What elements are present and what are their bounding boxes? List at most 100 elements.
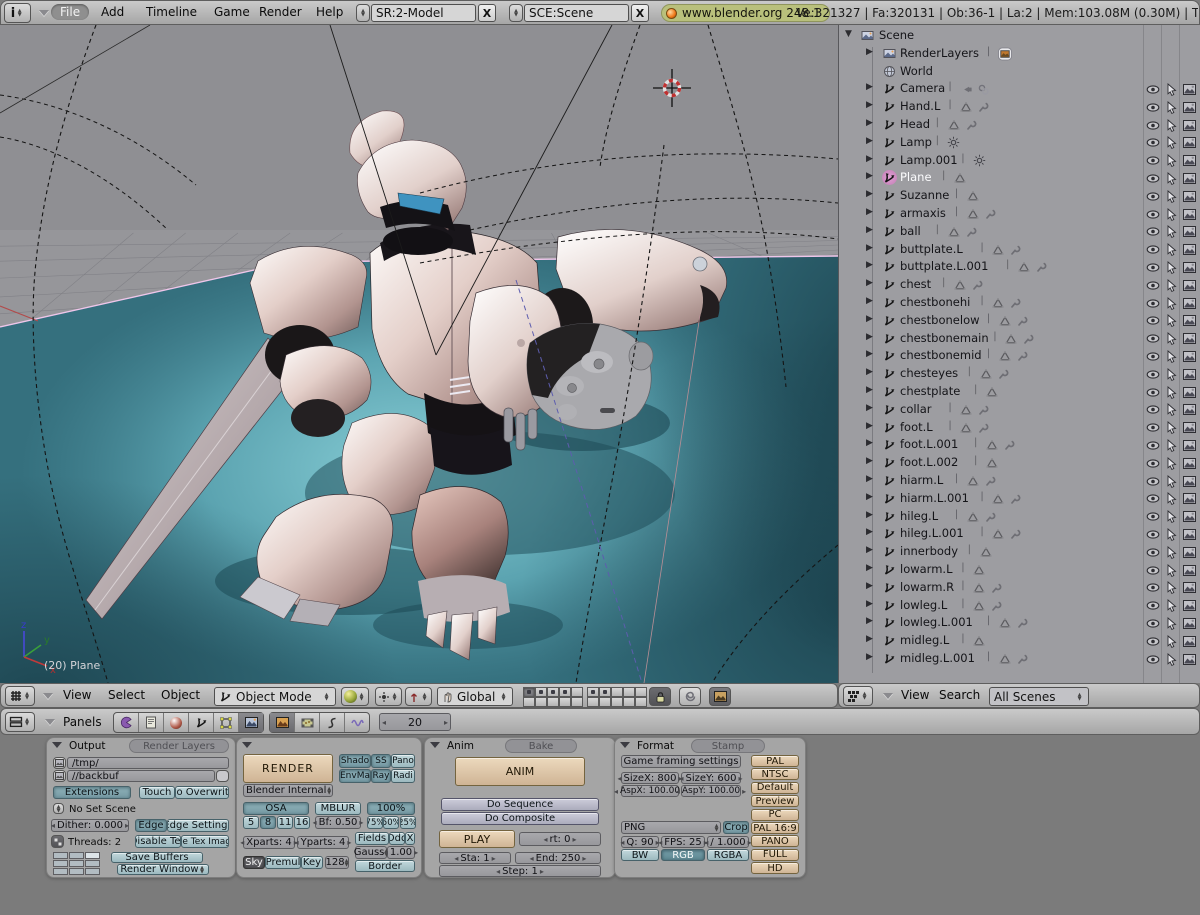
expander-icon[interactable]: ▶ — [866, 438, 873, 448]
layer-button-18[interactable] — [611, 697, 623, 707]
visibility-eye-icon[interactable] — [1145, 616, 1161, 630]
expander-icon[interactable]: ▶ — [866, 136, 873, 146]
anim-subcontext-button[interactable] — [319, 713, 344, 732]
visibility-eye-icon[interactable] — [1145, 403, 1161, 417]
outliner-row[interactable]: ▶Camera| — [839, 80, 1200, 97]
modifier-icon[interactable] — [1021, 332, 1035, 346]
visibility-eye-icon[interactable] — [1145, 189, 1161, 203]
selectable-cursor-icon[interactable] — [1163, 207, 1179, 221]
outliner-editor-button[interactable]: ▲▼ — [843, 686, 873, 706]
preset-pal-button[interactable]: PAL — [751, 755, 799, 767]
expander-icon[interactable]: ▶ — [866, 332, 873, 342]
visibility-eye-icon[interactable] — [1145, 314, 1161, 328]
viewport-3d[interactable]: z y x (20) Plane — [0, 25, 838, 683]
panels-menu[interactable]: Panels — [63, 715, 102, 729]
selectable-cursor-icon[interactable] — [1163, 545, 1179, 559]
outliner-row[interactable]: ▶lowarm.R| — [839, 579, 1200, 596]
layer-button-11[interactable] — [587, 687, 599, 697]
format-tab[interactable]: Format — [637, 740, 674, 752]
mesh-icon[interactable] — [985, 456, 999, 470]
outliner-row[interactable]: ▶chestplate| — [839, 383, 1200, 400]
renderable-icon[interactable] — [1181, 474, 1197, 488]
modifier-icon[interactable] — [983, 510, 997, 524]
visibility-eye-icon[interactable] — [1145, 118, 1161, 132]
layer-button-10[interactable] — [571, 697, 583, 707]
renderable-icon[interactable] — [1181, 438, 1197, 452]
render-subcontext-button[interactable] — [270, 713, 294, 732]
selectable-cursor-icon[interactable] — [1163, 332, 1179, 346]
outliner-menu-search[interactable]: Search — [939, 688, 980, 702]
filetype-dropdown[interactable]: PNG▲▼ — [621, 821, 721, 834]
aspy-field[interactable]: ◂AspY: 100.00▸ — [681, 785, 741, 797]
selectable-cursor-icon[interactable] — [1163, 314, 1179, 328]
outliner-row[interactable]: ▶Lamp| — [839, 134, 1200, 151]
layer-button-5[interactable] — [571, 687, 583, 697]
layer-button-3[interactable] — [547, 687, 559, 697]
bit-depth-dropdown[interactable]: 128▲▼ — [325, 856, 349, 869]
renderable-icon[interactable] — [1181, 599, 1197, 613]
editor-type-button[interactable]: ▲▼ — [5, 686, 35, 706]
visibility-eye-icon[interactable] — [1145, 510, 1161, 524]
mesh-icon[interactable] — [991, 527, 1005, 541]
render-button[interactable]: RENDER — [243, 754, 333, 783]
viewport-menu-select[interactable]: Select — [108, 688, 145, 702]
expander-icon[interactable]: ▼ — [845, 29, 852, 39]
outliner-row[interactable]: ▶lowarm.L| — [839, 561, 1200, 578]
render-window-dropdown[interactable]: Render Window▲▼ — [117, 864, 209, 875]
end-frame-field[interactable]: ◂End: 250▸ — [515, 852, 601, 864]
renderable-icon[interactable] — [1181, 278, 1197, 292]
mesh-icon[interactable] — [979, 367, 993, 381]
renderable-icon[interactable] — [1181, 243, 1197, 257]
placement-cell[interactable] — [85, 868, 100, 875]
anim-button[interactable]: ANIM — [455, 757, 585, 786]
camera-data-icon[interactable] — [959, 82, 973, 96]
visibility-eye-icon[interactable] — [1145, 296, 1161, 310]
renderable-icon[interactable] — [1181, 616, 1197, 630]
mesh-icon[interactable] — [953, 171, 967, 185]
outliner-row[interactable]: ▶chesteyes| — [839, 365, 1200, 382]
visibility-eye-icon[interactable] — [1145, 474, 1161, 488]
menu-add[interactable]: Add — [101, 5, 124, 19]
modifier-icon[interactable] — [1015, 616, 1029, 630]
selectable-cursor-icon[interactable] — [1163, 421, 1179, 435]
sound-subcontext-button[interactable] — [344, 713, 369, 732]
backbuf-toggle-button[interactable] — [216, 770, 229, 782]
modifier-icon[interactable] — [1008, 243, 1022, 257]
outliner-row[interactable]: ▶Lamp.001| — [839, 152, 1200, 169]
radi-toggle-button[interactable]: Radi — [391, 769, 415, 783]
quality-field[interactable]: ◂Q: 90▸ — [621, 836, 659, 848]
expander-icon[interactable]: ▶ — [866, 599, 873, 609]
mesh-icon[interactable] — [985, 385, 999, 399]
layer-button-13[interactable] — [611, 687, 623, 697]
mesh-icon[interactable] — [979, 545, 993, 559]
selectable-cursor-icon[interactable] — [1163, 278, 1179, 292]
orientation-dropdown[interactable]: Global ▲▼ — [437, 687, 513, 706]
modifier-icon[interactable] — [1008, 296, 1022, 310]
expander-icon[interactable]: ▶ — [866, 510, 873, 520]
placement-cell[interactable] — [53, 860, 68, 867]
selectable-cursor-icon[interactable] — [1163, 367, 1179, 381]
layer-button-6[interactable] — [523, 697, 535, 707]
extensions-button[interactable]: Extensions — [53, 786, 131, 799]
selectable-cursor-icon[interactable] — [1163, 349, 1179, 363]
layer-button-19[interactable] — [623, 697, 635, 707]
output-path-field[interactable]: /tmp/ — [67, 757, 229, 769]
renderable-icon[interactable] — [1181, 421, 1197, 435]
menu-render[interactable]: Render — [259, 5, 302, 19]
selectable-cursor-icon[interactable] — [1163, 189, 1179, 203]
selectable-cursor-icon[interactable] — [1163, 563, 1179, 577]
size-100-button[interactable]: 100% — [367, 802, 415, 815]
modifier-icon[interactable] — [983, 474, 997, 488]
mesh-icon[interactable] — [966, 474, 980, 488]
visibility-eye-icon[interactable] — [1145, 171, 1161, 185]
blur-factor-field[interactable]: ◂Bf: 0.50▸ — [315, 816, 361, 829]
outliner-row[interactable]: ▶hiarm.L.001| — [839, 490, 1200, 507]
outliner-row[interactable]: ▶hileg.L.001| — [839, 525, 1200, 542]
outliner-row[interactable]: World — [839, 63, 1200, 80]
size-75-button[interactable]: 75% — [367, 816, 383, 829]
modifier-icon[interactable] — [976, 403, 990, 417]
modifier-icon[interactable] — [983, 207, 997, 221]
mesh-icon[interactable] — [959, 403, 973, 417]
outliner-row[interactable]: ▶midleg.L| — [839, 632, 1200, 649]
modifier-icon[interactable] — [996, 367, 1010, 381]
